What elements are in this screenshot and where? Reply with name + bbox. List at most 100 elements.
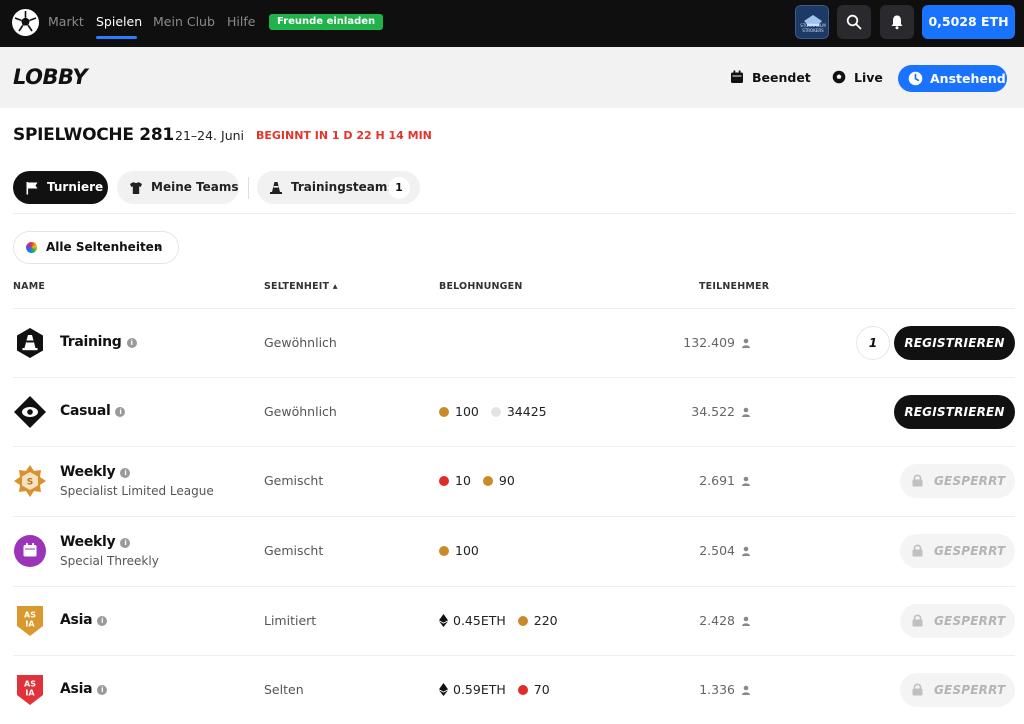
rewards-list: 100: [439, 543, 479, 558]
rewards-list: 0.45ETH 220: [439, 613, 558, 628]
register-button[interactable]: REGISTRIEREN: [894, 395, 1015, 429]
svg-text:AS: AS: [24, 611, 36, 620]
club-badge-text: STOCKHOLM STROKERS: [800, 23, 826, 33]
info-icon[interactable]: i: [115, 407, 126, 417]
participants-count: 2.691: [699, 473, 751, 488]
gold-coin-icon: [482, 476, 493, 486]
tab-meine-teams-label: Meine Teams: [151, 180, 239, 194]
participants-count: 132.409: [683, 335, 751, 350]
lock-icon: [912, 474, 923, 487]
filter-beendet-button[interactable]: Beendet: [730, 64, 811, 91]
locked-button[interactable]: GESPERRT: [900, 464, 1015, 498]
filter-beendet-label: Beendet: [752, 70, 811, 85]
chevron-right-icon: ›: [156, 240, 161, 254]
participants-count: 34.522: [691, 404, 751, 419]
red-coin-icon: [439, 476, 449, 486]
table-row[interactable]: S Weekly i Specialist Limited League Gemi…: [0, 446, 1024, 515]
svg-text:AS: AS: [24, 680, 36, 689]
calendar-icon: [731, 70, 743, 83]
competition-name: Training i: [60, 334, 137, 350]
competition-subtitle: Specialist Limited League: [60, 484, 214, 498]
filter-live-label: Live: [854, 70, 883, 85]
info-icon[interactable]: i: [120, 538, 131, 548]
clock-icon: [908, 71, 923, 86]
calendar-badge-icon: [14, 535, 46, 567]
competition-rarity: Gemischt: [264, 543, 324, 558]
column-header-rarity[interactable]: SELTENHEIT ▴: [264, 281, 338, 292]
invite-friends-button[interactable]: Freunde einladen: [269, 14, 384, 30]
user-icon: [742, 407, 750, 417]
asia-shield-gold-icon: AS IA: [17, 606, 43, 636]
row-divider: [13, 308, 1015, 309]
svg-text:IA: IA: [25, 620, 35, 629]
casual-eye-icon: [14, 396, 46, 428]
tab-meine-teams[interactable]: Meine Teams: [117, 171, 239, 204]
info-icon[interactable]: i: [97, 685, 108, 695]
locked-label: GESPERRT: [934, 544, 1006, 558]
lobby-header: LOBBY Beendet Live Anstehend: [0, 47, 1024, 108]
rewards-list: 10 90: [439, 473, 515, 488]
wallet-balance-button[interactable]: 0,5028 ETH: [922, 5, 1015, 39]
competition-name: Casual i: [60, 403, 126, 419]
locked-button[interactable]: GESPERRT: [900, 534, 1015, 568]
ethereum-icon: [439, 614, 448, 627]
register-button[interactable]: REGISTRIEREN: [894, 326, 1015, 360]
competition-rarity: Selten: [264, 682, 304, 697]
cone-icon: [270, 182, 282, 194]
search-icon: [846, 14, 862, 30]
locked-button[interactable]: GESPERRT: [900, 604, 1015, 638]
gameweek-dates: 21–24. Juni: [175, 128, 245, 143]
training-cone-icon: [17, 328, 43, 358]
filter-anstehend-button[interactable]: Anstehend: [898, 65, 1007, 92]
locked-label: GESPERRT: [934, 474, 1006, 488]
tab-turniere[interactable]: Turniere: [13, 171, 108, 204]
competition-rarity: Gemischt: [264, 473, 324, 488]
info-icon[interactable]: i: [126, 338, 137, 348]
ethereum-icon: [439, 683, 448, 696]
page-title: LOBBY: [13, 65, 88, 89]
user-icon: [742, 338, 750, 348]
table-row[interactable]: Training i Gewöhnlich 132.409 1 REGISTRIE…: [0, 308, 1024, 377]
column-header-participants: TEILNEHMER: [699, 281, 770, 292]
rewards-list: 0.59ETH 70: [439, 682, 550, 697]
bell-icon: [891, 15, 903, 30]
user-icon: [742, 616, 750, 626]
row-divider: [13, 516, 1015, 517]
competition-rarity: Limitiert: [264, 613, 317, 628]
flag-icon: [26, 182, 38, 195]
nav-item-mein-club[interactable]: Mein Club: [153, 14, 215, 29]
gameweek-title: SPIELWOCHE 281: [13, 125, 174, 145]
table-row[interactable]: Casual i Gewöhnlich 100 34425 34.522 REGIS…: [0, 377, 1024, 446]
table-row[interactable]: Weekly i Special Threekly Gemischt 100 2.…: [0, 516, 1024, 585]
locked-button[interactable]: GESPERRT: [900, 673, 1015, 707]
filter-live-button[interactable]: Live: [832, 64, 888, 91]
soccer-ball-logo-icon[interactable]: [12, 9, 39, 36]
jersey-icon: [130, 182, 142, 194]
participants-count: 2.428: [699, 613, 751, 628]
gameweek-countdown: BEGINNT IN 1 D 22 H 14 MIN: [256, 129, 432, 142]
info-icon[interactable]: i: [97, 616, 108, 626]
info-icon[interactable]: i: [120, 468, 131, 478]
rewards-list: 100 34425: [439, 404, 547, 419]
competition-name: Asia i: [60, 681, 108, 697]
notifications-button[interactable]: [880, 5, 914, 39]
gold-coin-icon: [439, 546, 449, 556]
row-divider: [13, 446, 1015, 447]
specialist-star-icon: S: [14, 465, 46, 497]
nav-item-hilfe[interactable]: Hilfe: [227, 14, 255, 29]
table-row[interactable]: AS IA Asia i Limitiert 0.45ETH 220 2.428 G…: [0, 586, 1024, 655]
nav-item-spielen[interactable]: Spielen: [96, 14, 142, 29]
search-button[interactable]: [837, 5, 871, 39]
locked-label: GESPERRT: [934, 614, 1006, 628]
nav-item-markt[interactable]: Markt: [48, 14, 84, 29]
top-navigation-bar: Markt Spielen Mein Club Hilfe Freunde ei…: [0, 0, 1024, 47]
training-teams-count[interactable]: 1: [856, 326, 890, 360]
column-header-name[interactable]: NAME: [13, 281, 45, 292]
rarity-filter-dropdown[interactable]: Alle Seltenheiten ›: [13, 231, 179, 264]
club-badge-avatar[interactable]: STOCKHOLM STROKERS: [795, 5, 829, 39]
lock-icon: [912, 683, 923, 696]
competition-rarity: Gewöhnlich: [264, 404, 337, 419]
red-coin-icon: [517, 685, 528, 695]
competition-name: Asia i: [60, 612, 108, 628]
lock-icon: [912, 544, 923, 557]
